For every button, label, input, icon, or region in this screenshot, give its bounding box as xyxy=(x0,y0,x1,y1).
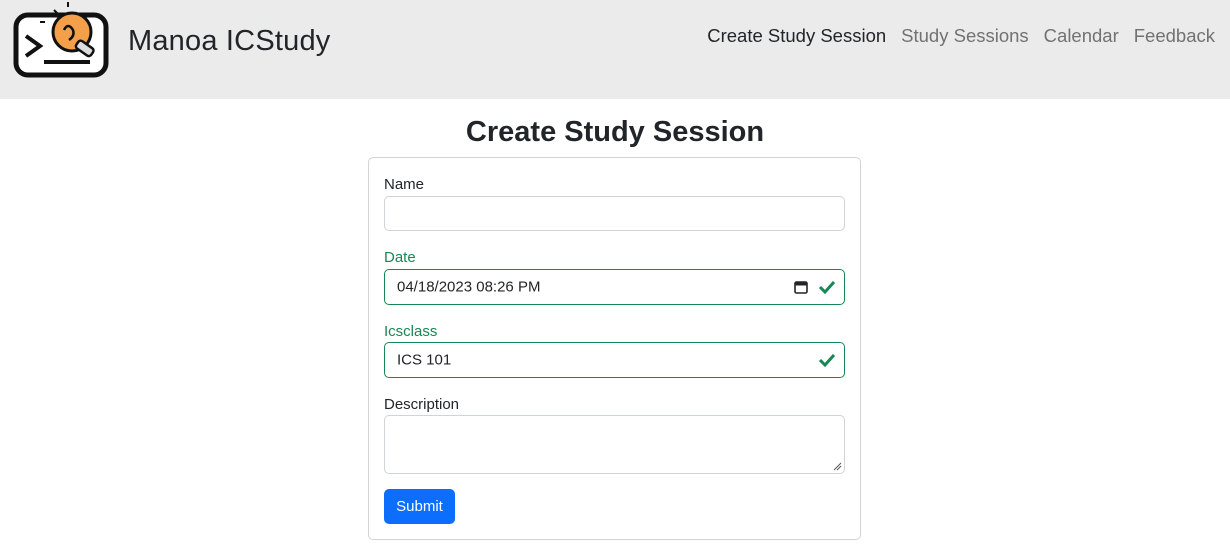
date-label: Date xyxy=(384,249,416,266)
checkmark-icon xyxy=(818,280,836,294)
name-label: Name xyxy=(384,176,425,193)
name-input[interactable] xyxy=(384,196,845,231)
submit-button[interactable]: Submit xyxy=(384,489,455,524)
icsclass-value: ICS 101 xyxy=(397,351,452,369)
resize-handle-icon[interactable] xyxy=(832,461,842,471)
description-label: Description xyxy=(384,396,460,413)
nav-feedback[interactable]: Feedback xyxy=(1134,25,1215,47)
terminal-lightbulb-logo[interactable] xyxy=(12,0,112,82)
calendar-icon[interactable] xyxy=(794,280,808,294)
date-input[interactable]: 04/18/2023 08:26 PM xyxy=(384,269,845,305)
checkmark-icon xyxy=(818,353,836,367)
nav-links: Create Study Session Study Sessions Cale… xyxy=(707,25,1215,47)
icsclass-input[interactable]: ICS 101 xyxy=(384,342,845,378)
nav-create-study-session[interactable]: Create Study Session xyxy=(707,25,886,47)
date-value: 04/18/2023 08:26 PM xyxy=(397,278,541,296)
create-session-form: Name Date 04/18/2023 08:26 PM Icsclass I… xyxy=(368,157,861,540)
navbar: Manoa ICStudy Create Study Session Study… xyxy=(0,0,1230,99)
icsclass-label: Icsclass xyxy=(384,323,438,340)
brand-title[interactable]: Manoa ICStudy xyxy=(128,25,331,58)
page-title: Create Study Session xyxy=(465,116,765,148)
nav-calendar[interactable]: Calendar xyxy=(1044,25,1119,47)
nav-study-sessions[interactable]: Study Sessions xyxy=(901,25,1029,47)
description-textarea[interactable] xyxy=(384,415,845,474)
